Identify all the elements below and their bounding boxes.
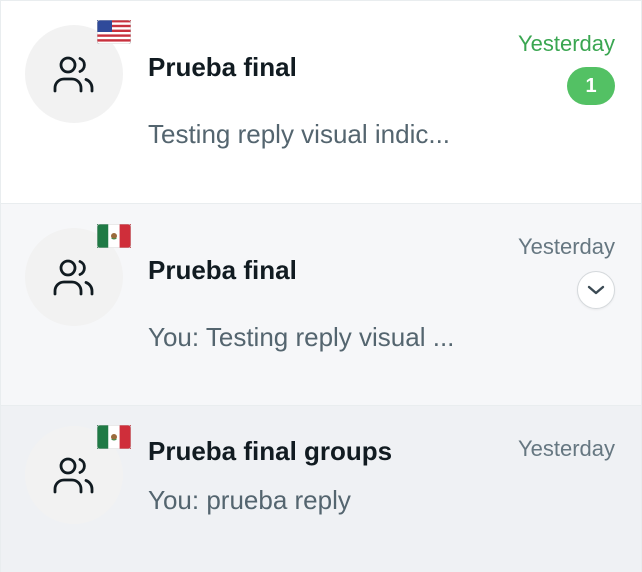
chat-list-item[interactable]: Prueba final Testing reply visual indic.… [1,1,641,204]
group-icon [53,56,94,93]
timestamp: Yesterday [517,234,615,259]
mexico-flag-icon [97,425,131,449]
message-preview: You: prueba reply [148,485,351,515]
chat-title: Prueba final [148,52,297,82]
chat-list-item[interactable]: Prueba final groups You: prueba reply Ye… [1,406,641,572]
timestamp: Yesterday [517,31,615,56]
us-flag-icon [97,20,131,44]
chat-list-item[interactable]: Prueba final You: Testing reply visual .… [1,204,641,406]
group-icon [53,259,94,296]
chat-list: Prueba final Testing reply visual indic.… [0,0,642,572]
message-preview: You: Testing reply visual ... [148,322,455,352]
timestamp: Yesterday [517,436,615,461]
unread-badge: 1 [567,67,615,105]
chat-title: Prueba final groups [148,436,393,466]
mexico-flag-icon [97,224,131,248]
chat-options-button[interactable] [577,271,615,309]
chat-title: Prueba final [148,255,297,285]
chevron-down-icon [587,285,605,295]
message-preview: Testing reply visual indic... [148,119,451,149]
group-icon [53,457,94,494]
